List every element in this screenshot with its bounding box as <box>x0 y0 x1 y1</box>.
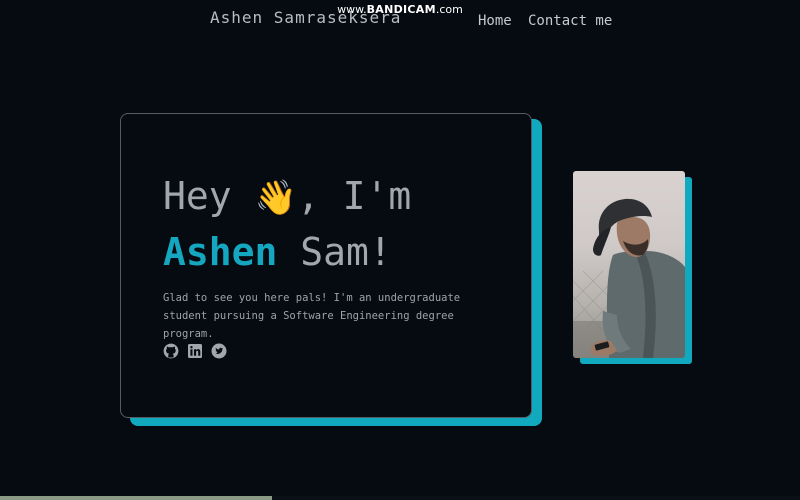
name-rest: Sam! <box>277 230 392 274</box>
nav-home-link[interactable]: Home <box>478 13 512 29</box>
waving-hand-icon: 👋 <box>254 178 297 218</box>
linkedin-icon[interactable] <box>187 343 203 359</box>
twitter-icon[interactable] <box>211 343 227 359</box>
name-accent: Ashen <box>163 230 278 274</box>
greeting-line: Hey 👋, I'm <box>163 172 411 222</box>
site-logo[interactable]: Ashen Samraseksera <box>210 8 401 27</box>
hero-card: Hey 👋, I'm Ashen Sam! Glad to see you he… <box>120 113 532 418</box>
page-progress-bar <box>0 496 800 500</box>
social-links <box>163 343 227 359</box>
greeting-hey: Hey <box>163 174 255 218</box>
nav-contact-link[interactable]: Contact me <box>528 13 612 29</box>
profile-photo <box>573 171 685 358</box>
intro-text: Glad to see you here pals! I'm an underg… <box>163 292 461 340</box>
page-progress-fill <box>0 496 272 500</box>
greeting-im: , I'm <box>296 174 412 218</box>
portfolio-page: www.BANDICAM.com Ashen Samraseksera Home… <box>0 0 800 500</box>
hero-name: Ashen Sam! <box>163 228 392 276</box>
github-icon[interactable] <box>163 343 179 359</box>
